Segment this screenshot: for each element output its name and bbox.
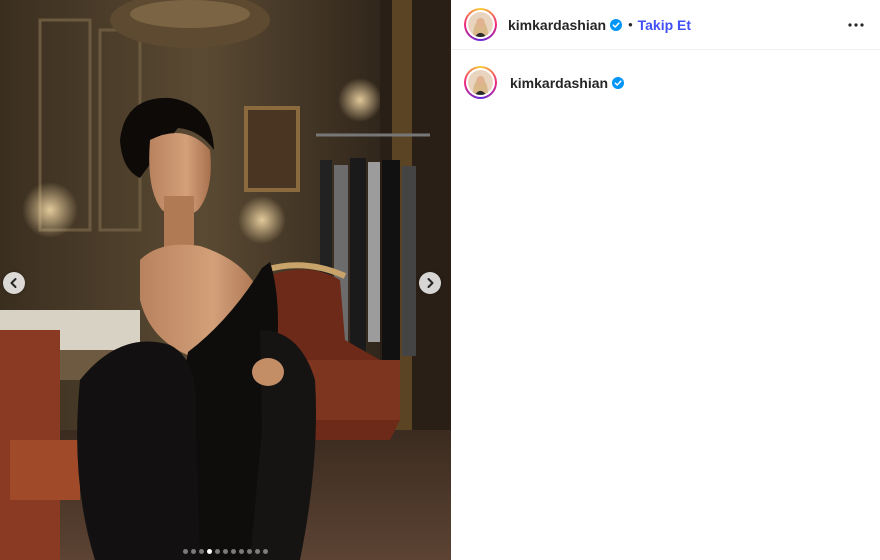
verified-badge-icon (610, 18, 623, 31)
post-media[interactable] (0, 0, 451, 560)
post-side-panel: kimkardashian • Takip Et kimkardashian (451, 0, 880, 560)
instagram-post: kimkardashian • Takip Et kimkardashian (0, 0, 880, 560)
more-options-icon (848, 22, 864, 27)
carousel-prev-button[interactable] (3, 272, 25, 294)
carousel-dot (215, 549, 220, 554)
post-photo (0, 0, 451, 560)
separator-dot: • (628, 17, 633, 32)
avatar[interactable] (464, 8, 497, 41)
username[interactable]: kimkardashian (508, 17, 606, 33)
chevron-right-icon (427, 278, 434, 288)
carousel-indicator (0, 549, 451, 554)
carousel-dot (231, 549, 236, 554)
more-options-button[interactable] (844, 13, 868, 37)
caption-username[interactable]: kimkardashian (510, 75, 608, 91)
carousel-dot (199, 549, 204, 554)
caption-avatar[interactable] (464, 66, 497, 99)
carousel-dot (207, 549, 212, 554)
carousel-dot (183, 549, 188, 554)
verified-badge-icon (612, 76, 625, 89)
follow-button[interactable]: Takip Et (638, 17, 691, 33)
carousel-dot (255, 549, 260, 554)
carousel-next-button[interactable] (419, 272, 441, 294)
profile-picture (468, 12, 493, 37)
profile-picture (468, 70, 493, 95)
carousel-dot (223, 549, 228, 554)
carousel-dot (247, 549, 252, 554)
carousel-dot (191, 549, 196, 554)
carousel-dot (263, 549, 268, 554)
post-header: kimkardashian • Takip Et (451, 0, 880, 50)
chevron-left-icon (10, 278, 17, 288)
caption-row: kimkardashian (451, 50, 880, 99)
carousel-dot (239, 549, 244, 554)
